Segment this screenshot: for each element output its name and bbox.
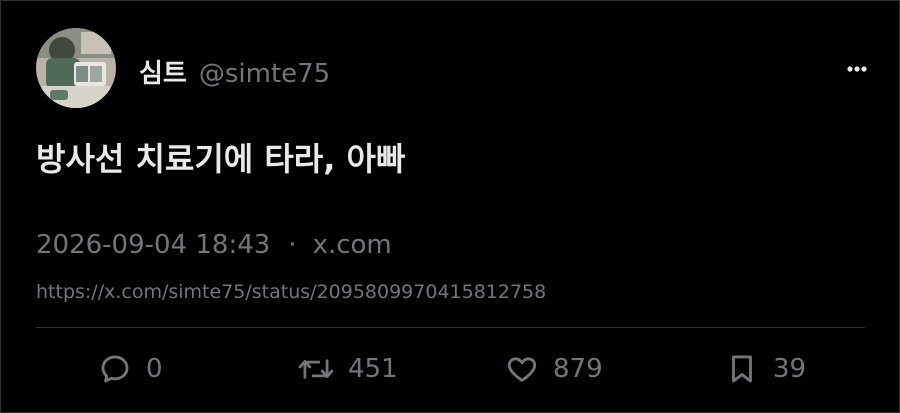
heart-icon [507,357,537,382]
reply-count: 0 [146,354,163,384]
bookmark-icon [732,355,752,383]
more-horizontal-icon [847,66,867,72]
tweet-meta: 2026-09-04 18:43 · x.com [36,230,392,260]
author-display-name[interactable]: 심트 [139,53,187,90]
more-options-button[interactable] [843,61,871,77]
tweet-datetime[interactable]: 2026-09-04 18:43 [36,230,270,260]
tweet-source: x.com [312,230,392,260]
repost-button[interactable]: 451 [298,351,398,387]
tweet-text: 방사선 치료기에 타라, 아빠 [36,140,406,178]
repost-arrows-icon [298,359,334,379]
meta-separator: · [288,230,297,260]
avatar-image [36,28,116,108]
like-button[interactable]: 879 [505,351,603,387]
avatar[interactable] [36,28,116,108]
author-name-row: 심트 @simte75 [139,53,330,90]
author-handle[interactable]: @simte75 [199,59,330,89]
bookmark-count: 39 [773,354,807,384]
bookmark-button[interactable]: 39 [725,351,806,387]
reply-button[interactable]: 0 [98,351,163,387]
like-count: 879 [553,354,603,384]
tweet-card: 심트 @simte75 방사선 치료기에 타라, 아빠 2026-09-04 1… [0,0,900,413]
repost-count: 451 [348,354,398,384]
status-url[interactable]: https://x.com/simte75/status/20958099704… [36,281,546,303]
divider [36,327,865,328]
speech-bubble-icon [101,355,129,383]
